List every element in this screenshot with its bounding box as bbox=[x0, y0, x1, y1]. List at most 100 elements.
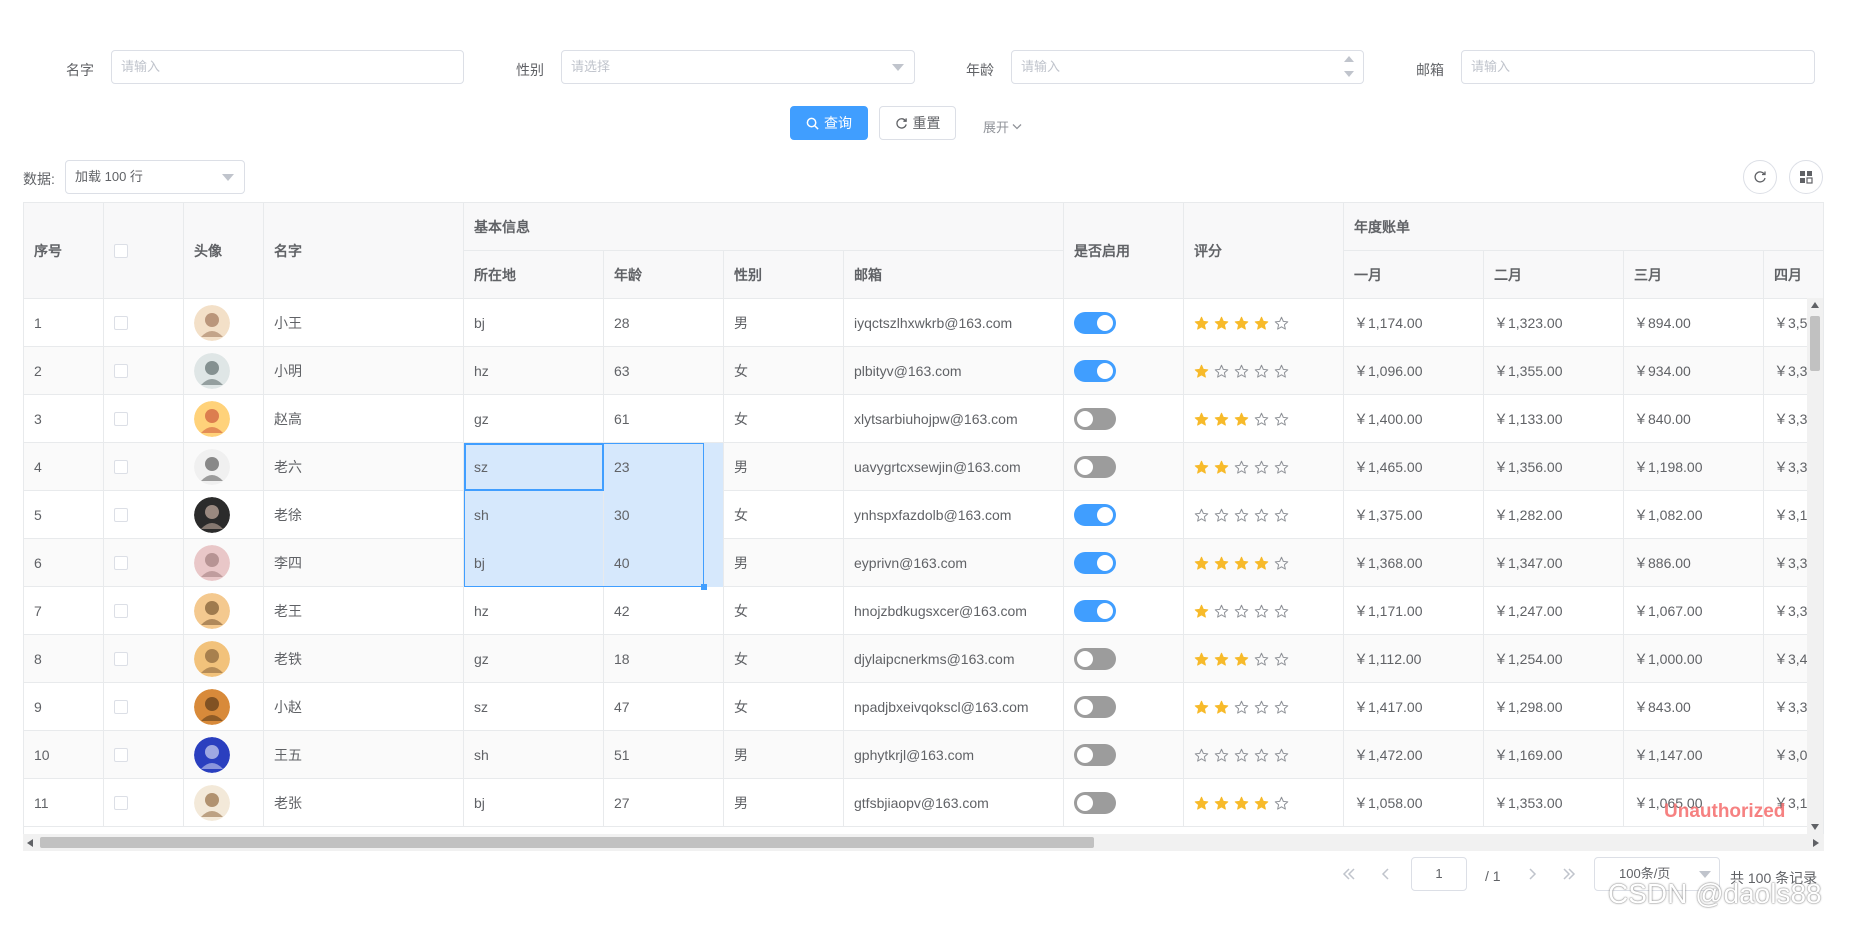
cell-feb[interactable]: ￥1,347.00 bbox=[1484, 539, 1624, 587]
vertical-scroll-thumb[interactable] bbox=[1810, 316, 1820, 371]
star-filled-icon[interactable] bbox=[1194, 700, 1209, 715]
cell-jan[interactable]: ￥1,096.00 bbox=[1344, 347, 1484, 395]
star-empty-icon[interactable] bbox=[1254, 652, 1269, 667]
cell-jan[interactable]: ￥1,112.00 bbox=[1344, 635, 1484, 683]
cell-loc[interactable]: sz bbox=[464, 443, 604, 491]
enabled-switch[interactable] bbox=[1074, 648, 1116, 670]
star-filled-icon[interactable] bbox=[1194, 604, 1209, 619]
cell-rate[interactable] bbox=[1184, 779, 1344, 827]
star-empty-icon[interactable] bbox=[1274, 508, 1289, 523]
cell-cb[interactable] bbox=[104, 779, 184, 827]
star-filled-icon[interactable] bbox=[1234, 796, 1249, 811]
rating-stars[interactable] bbox=[1194, 556, 1289, 571]
row-checkbox[interactable] bbox=[114, 508, 128, 522]
enabled-switch[interactable] bbox=[1074, 456, 1116, 478]
star-empty-icon[interactable] bbox=[1254, 604, 1269, 619]
reset-button[interactable]: 重置 bbox=[879, 106, 956, 140]
rating-stars[interactable] bbox=[1194, 700, 1289, 715]
cell-jan[interactable]: ￥1,400.00 bbox=[1344, 395, 1484, 443]
cell-name[interactable]: 小王 bbox=[264, 299, 464, 347]
cell-rate[interactable] bbox=[1184, 731, 1344, 779]
cell-rate[interactable] bbox=[1184, 347, 1344, 395]
cell-cb[interactable] bbox=[104, 299, 184, 347]
star-filled-icon[interactable] bbox=[1194, 412, 1209, 427]
cell-name[interactable]: 老徐 bbox=[264, 491, 464, 539]
star-empty-icon[interactable] bbox=[1274, 412, 1289, 427]
table-row[interactable]: 3 赵高 gz 61 女 xlytsarbiuhojpw@163.com ￥1,400.00… bbox=[24, 395, 1823, 443]
cell-gender[interactable]: 女 bbox=[724, 491, 844, 539]
cell-feb[interactable]: ￥1,282.00 bbox=[1484, 491, 1624, 539]
star-empty-icon[interactable] bbox=[1234, 508, 1249, 523]
cell-feb[interactable]: ￥1,133.00 bbox=[1484, 395, 1624, 443]
cell-name[interactable]: 赵高 bbox=[264, 395, 464, 443]
cell-gender[interactable]: 男 bbox=[724, 779, 844, 827]
cell-feb[interactable]: ￥1,254.00 bbox=[1484, 635, 1624, 683]
cell-name[interactable]: 王五 bbox=[264, 731, 464, 779]
star-empty-icon[interactable] bbox=[1274, 364, 1289, 379]
cell-email[interactable]: uavygrtcxsewjin@163.com bbox=[844, 443, 1064, 491]
star-empty-icon[interactable] bbox=[1254, 460, 1269, 475]
column-settings-button[interactable] bbox=[1789, 160, 1823, 194]
star-empty-icon[interactable] bbox=[1234, 460, 1249, 475]
cell-gender[interactable]: 女 bbox=[724, 683, 844, 731]
cell-age[interactable]: 42 bbox=[604, 587, 724, 635]
star-empty-icon[interactable] bbox=[1274, 748, 1289, 763]
cell-cb[interactable] bbox=[104, 395, 184, 443]
cell-email[interactable]: eyprivn@163.com bbox=[844, 539, 1064, 587]
decrement-icon[interactable] bbox=[1344, 71, 1354, 77]
name-input-wrap[interactable] bbox=[111, 50, 464, 84]
cell-rate[interactable] bbox=[1184, 443, 1344, 491]
star-filled-icon[interactable] bbox=[1214, 700, 1229, 715]
rating-stars[interactable] bbox=[1194, 460, 1289, 475]
star-filled-icon[interactable] bbox=[1234, 556, 1249, 571]
star-filled-icon[interactable] bbox=[1194, 556, 1209, 571]
last-page-icon[interactable] bbox=[1561, 867, 1577, 881]
cell-loc[interactable]: gz bbox=[464, 635, 604, 683]
expand-toggle[interactable]: 展开 bbox=[983, 117, 1022, 136]
star-filled-icon[interactable] bbox=[1214, 556, 1229, 571]
cell-age[interactable]: 61 bbox=[604, 395, 724, 443]
cell-loc[interactable]: hz bbox=[464, 347, 604, 395]
scroll-up-icon[interactable] bbox=[1811, 302, 1819, 308]
enabled-switch[interactable] bbox=[1074, 360, 1116, 382]
cell-age[interactable]: 30 bbox=[604, 491, 724, 539]
vertical-scrollbar[interactable] bbox=[1807, 298, 1823, 834]
star-empty-icon[interactable] bbox=[1214, 748, 1229, 763]
cell-enabled[interactable] bbox=[1064, 539, 1184, 587]
table-row[interactable]: 10 王五 sh 51 男 gphytkrjl@163.com ￥1,472.00 ￥1,16… bbox=[24, 731, 1823, 779]
row-checkbox[interactable] bbox=[114, 796, 128, 810]
cell-seq[interactable]: 9 bbox=[24, 683, 104, 731]
star-filled-icon[interactable] bbox=[1254, 556, 1269, 571]
cell-name[interactable]: 老王 bbox=[264, 587, 464, 635]
scroll-right-icon[interactable] bbox=[1813, 839, 1819, 847]
table-row[interactable]: 5 老徐 sh 30 女 ynhspxfazdolb@163.com ￥1,375.00 ￥1… bbox=[24, 491, 1823, 539]
cell-seq[interactable]: 8 bbox=[24, 635, 104, 683]
rating-stars[interactable] bbox=[1194, 364, 1289, 379]
cell-mar[interactable]: ￥1,067.00 bbox=[1624, 587, 1764, 635]
cell-av[interactable] bbox=[184, 299, 264, 347]
cell-enabled[interactable] bbox=[1064, 395, 1184, 443]
star-empty-icon[interactable] bbox=[1194, 748, 1209, 763]
data-rows-select[interactable]: 加载 100 行 bbox=[65, 160, 245, 194]
enabled-switch[interactable] bbox=[1074, 408, 1116, 430]
cell-rate[interactable] bbox=[1184, 587, 1344, 635]
rating-stars[interactable] bbox=[1194, 508, 1289, 523]
enabled-switch[interactable] bbox=[1074, 600, 1116, 622]
star-filled-icon[interactable] bbox=[1214, 652, 1229, 667]
cell-mar[interactable]: ￥886.00 bbox=[1624, 539, 1764, 587]
rating-stars[interactable] bbox=[1194, 412, 1289, 427]
cell-gender[interactable]: 男 bbox=[724, 539, 844, 587]
enabled-switch[interactable] bbox=[1074, 504, 1116, 526]
star-empty-icon[interactable] bbox=[1234, 364, 1249, 379]
cell-name[interactable]: 小明 bbox=[264, 347, 464, 395]
scroll-left-icon[interactable] bbox=[27, 839, 33, 847]
row-checkbox[interactable] bbox=[114, 652, 128, 666]
cell-loc[interactable]: gz bbox=[464, 395, 604, 443]
cell-jan[interactable]: ￥1,058.00 bbox=[1344, 779, 1484, 827]
star-empty-icon[interactable] bbox=[1274, 460, 1289, 475]
cell-seq[interactable]: 1 bbox=[24, 299, 104, 347]
cell-feb[interactable]: ￥1,355.00 bbox=[1484, 347, 1624, 395]
cell-enabled[interactable] bbox=[1064, 299, 1184, 347]
rating-stars[interactable] bbox=[1194, 316, 1289, 331]
star-empty-icon[interactable] bbox=[1274, 316, 1289, 331]
